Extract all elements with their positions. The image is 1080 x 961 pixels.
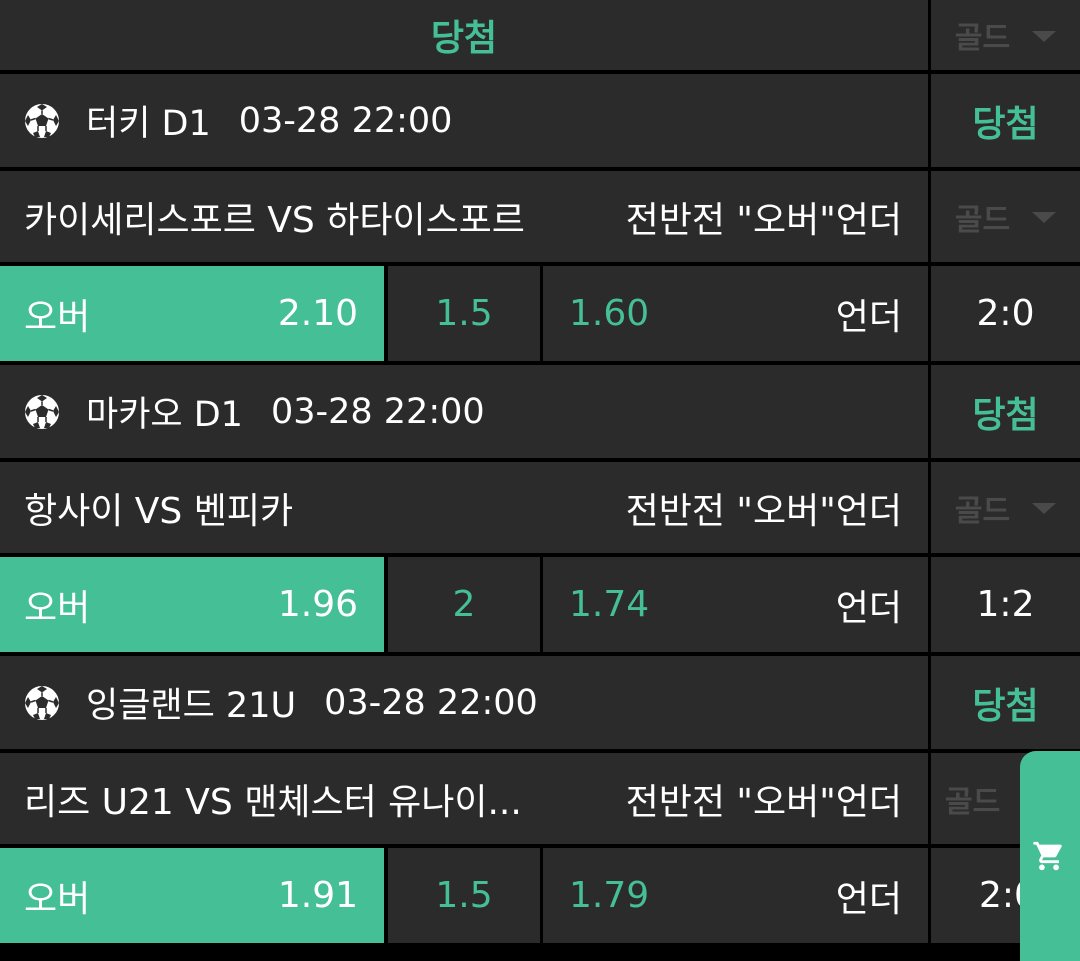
league-header: 잉글랜드 21U 03-28 22:00 [0,656,928,749]
market-type: 전반전 "오버"언더 [625,781,902,823]
match-info: 항사이 VS 벤피카 전반전 "오버"언더 [0,462,928,553]
match-row: 리즈 U21 VS 맨체스터 유나이... 전반전 "오버"언더 골드 [0,753,1080,844]
gold-label: 골드 [954,202,1011,238]
league-header: 마카오 D1 03-28 22:00 [0,365,928,458]
market-type: 전반전 "오버"언더 [625,199,902,241]
odds-row: 오버 2.10 1.5 1.60 언더 2:0 [0,266,1080,361]
market-type: 전반전 "오버"언더 [625,490,902,532]
match-info: 리즈 U21 VS 맨체스터 유나이... 전반전 "오버"언더 [0,753,928,844]
over-odds: 2.10 [277,293,358,334]
header-row: 당첨 골드 [0,0,1080,70]
gold-select[interactable]: 골드 [931,171,1080,262]
odds-row: 오버 1.91 1.5 1.79 언더 2:0 [0,848,1080,943]
soccer-ball-icon [24,393,60,430]
league-name: 터키 D1 [86,104,211,144]
gold-label: 골드 [954,493,1011,529]
score: 1:2 [931,557,1080,652]
over-odds-button[interactable]: 오버 1.96 [0,557,384,652]
soccer-ball-icon [24,102,60,139]
gold-label: 골드 [954,21,1011,56]
league-row: 잉글랜드 21U 03-28 22:00 당첨 [0,656,1080,749]
over-odds-button[interactable]: 오버 2.10 [0,266,384,361]
over-label: 오버 [24,587,91,629]
soccer-ball-icon [24,684,60,721]
league-row: 마카오 D1 03-28 22:00 당첨 [0,365,1080,458]
win-status: 당첨 [972,103,1039,145]
under-odds: 1.79 [569,875,650,916]
triangle-down-icon [1032,212,1057,223]
gold-select[interactable]: 골드 [931,462,1080,553]
match-time: 03-28 22:00 [324,682,538,723]
match-info: 카이세리스포르 VS 하타이스포르 전반전 "오버"언더 [0,171,928,262]
over-label: 오버 [24,878,91,920]
odds-row: 오버 1.96 2 1.74 언더 1:2 [0,557,1080,652]
league-name: 잉글랜드 21U [86,686,297,726]
triangle-down-icon [1032,30,1057,42]
line-value: 1.5 [388,266,540,361]
match-row: 항사이 VS 벤피카 전반전 "오버"언더 골드 [0,462,1080,553]
under-odds: 1.60 [569,293,650,334]
match-time: 03-28 22:00 [238,100,453,141]
status-cell: 당첨 [931,365,1080,458]
header-status: 당첨 [430,18,498,59]
win-status: 당첨 [972,394,1039,436]
match-teams: 리즈 U21 VS 맨체스터 유나이... [24,781,522,823]
match-teams: 카이세리스포르 VS 하타이스포르 [24,199,525,241]
match-row: 카이세리스포르 VS 하타이스포르 전반전 "오버"언더 골드 [0,171,1080,262]
triangle-down-icon [1032,503,1057,514]
over-odds-button[interactable]: 오버 1.91 [0,848,384,943]
win-status: 당첨 [972,685,1039,727]
over-odds: 1.91 [277,875,358,916]
match-time: 03-28 22:00 [270,391,485,432]
status-cell: 당첨 [931,74,1080,167]
under-label: 언더 [835,878,902,920]
league-header: 터키 D1 03-28 22:00 [0,74,928,167]
under-label: 언더 [835,296,902,338]
score: 2:0 [931,266,1080,361]
line-value: 1.5 [388,848,540,943]
under-odds-button[interactable]: 1.74 언더 [543,557,928,652]
gold-label: 골드 [945,784,1001,820]
under-odds: 1.74 [569,584,650,625]
cart-icon [1033,841,1062,871]
match-teams: 항사이 VS 벤피카 [24,490,294,532]
league-name: 마카오 D1 [86,395,243,435]
under-label: 언더 [835,587,902,629]
cart-button[interactable] [1020,751,1080,961]
league-row: 터키 D1 03-28 22:00 당첨 [0,74,1080,167]
header-gold-select[interactable]: 골드 [931,0,1080,70]
over-odds: 1.96 [277,584,358,625]
under-odds-button[interactable]: 1.60 언더 [543,266,928,361]
header-status-cell: 당첨 [0,0,928,70]
line-value: 2 [388,557,540,652]
status-cell: 당첨 [931,656,1080,749]
under-odds-button[interactable]: 1.79 언더 [543,848,928,943]
over-label: 오버 [24,296,91,338]
